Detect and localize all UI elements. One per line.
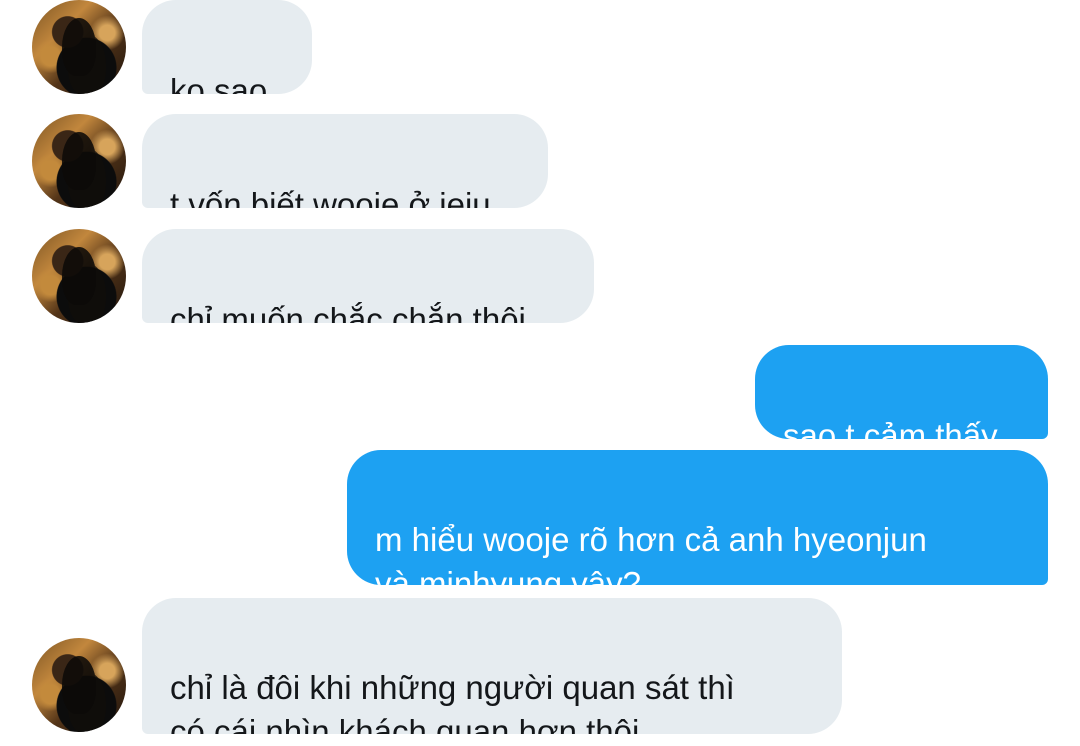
contact-avatar[interactable] <box>32 114 126 208</box>
message-bubble-incoming[interactable]: chỉ muốn chắc chắn thôi <box>142 229 594 323</box>
message-text: ko sao <box>170 72 268 94</box>
contact-avatar[interactable] <box>32 0 126 94</box>
message-row-incoming: t vốn biết wooje ở jeju <box>0 114 1080 208</box>
message-bubble-outgoing[interactable]: m hiểu wooje rõ hơn cả anh hyeonjun và m… <box>347 450 1048 585</box>
message-row-incoming: chỉ muốn chắc chắn thôi <box>0 229 1080 323</box>
message-bubble-incoming[interactable]: t vốn biết wooje ở jeju <box>142 114 548 208</box>
message-text: m hiểu wooje rõ hơn cả anh hyeonjun và m… <box>375 521 927 585</box>
contact-avatar[interactable] <box>32 638 126 732</box>
message-row-outgoing: m hiểu wooje rõ hơn cả anh hyeonjun và m… <box>0 450 1080 585</box>
message-bubble-outgoing[interactable]: sao t cảm thấy <box>755 345 1048 439</box>
message-row-incoming: ko sao <box>0 0 1080 94</box>
message-text: sao t cảm thấy <box>783 417 998 439</box>
message-row-incoming: chỉ là đôi khi những người quan sát thì … <box>0 598 1080 734</box>
message-bubble-incoming[interactable]: ko sao <box>142 0 312 94</box>
message-text: t vốn biết wooje ở jeju <box>170 186 491 208</box>
message-bubble-incoming[interactable]: chỉ là đôi khi những người quan sát thì … <box>142 598 842 734</box>
message-text: chỉ muốn chắc chắn thôi <box>170 301 526 323</box>
message-text: chỉ là đôi khi những người quan sát thì … <box>170 669 735 734</box>
message-row-outgoing: sao t cảm thấy <box>0 345 1080 439</box>
contact-avatar[interactable] <box>32 229 126 323</box>
